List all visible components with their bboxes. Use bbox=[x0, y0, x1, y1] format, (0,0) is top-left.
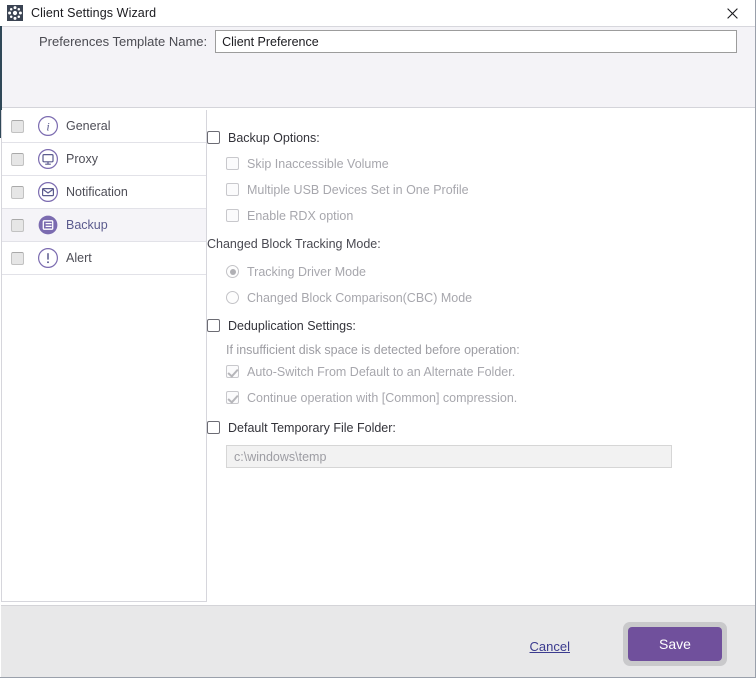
window-title: Client Settings Wizard bbox=[31, 6, 157, 20]
cbc-mode-radio bbox=[226, 291, 239, 304]
sidebar-label-alert: Alert bbox=[66, 251, 92, 265]
cbt-mode-heading-row: Changed Block Tracking Mode: bbox=[207, 236, 472, 252]
sidebar-checkbox-general[interactable] bbox=[11, 119, 24, 133]
backup-settings-pane: Backup Options: Skip Inaccessible Volume… bbox=[207, 110, 755, 602]
multiple-usb-devices-checkbox bbox=[226, 183, 239, 196]
temp-folder-row[interactable]: Default Temporary File Folder: bbox=[207, 420, 672, 436]
sidebar-checkbox-alert[interactable] bbox=[11, 251, 24, 265]
continue-compression-row: Continue operation with [Common] compres… bbox=[226, 390, 520, 406]
auto-switch-folder-checkbox bbox=[226, 365, 239, 378]
title-bar: Client Settings Wizard bbox=[0, 0, 755, 26]
dedup-note-text: If insufficient disk space is detected b… bbox=[226, 343, 520, 357]
skip-inaccessible-volume-label: Skip Inaccessible Volume bbox=[247, 157, 389, 171]
sidebar-checkbox-notification[interactable] bbox=[11, 185, 24, 199]
template-name-label: Preferences Template Name: bbox=[39, 34, 208, 49]
cbt-mode-label: Changed Block Tracking Mode: bbox=[207, 237, 381, 251]
tracking-driver-mode-radio bbox=[226, 265, 239, 278]
multiple-usb-devices-label: Multiple USB Devices Set in One Profile bbox=[247, 183, 469, 197]
auto-switch-folder-label: Auto-Switch From Default to an Alternate… bbox=[247, 365, 516, 379]
cbc-mode-row: Changed Block Comparison(CBC) Mode bbox=[226, 290, 472, 306]
envelope-circle-icon bbox=[38, 182, 58, 202]
exclamation-circle-icon bbox=[38, 248, 58, 268]
enable-rdx-option-row: Enable RDX option bbox=[226, 208, 469, 224]
settings-category-sidebar: i General Proxy Notification Backup Aler… bbox=[1, 110, 207, 602]
skip-inaccessible-volume-row: Skip Inaccessible Volume bbox=[226, 156, 469, 172]
tracking-driver-mode-label: Tracking Driver Mode bbox=[247, 265, 367, 279]
info-circle-icon: i bbox=[38, 116, 58, 136]
continue-compression-checkbox bbox=[226, 391, 239, 404]
sidebar-item-general[interactable]: i General bbox=[2, 110, 206, 143]
backup-options-label: Backup Options: bbox=[228, 131, 320, 145]
backup-options-row[interactable]: Backup Options: bbox=[207, 130, 469, 146]
deduplication-settings-checkbox[interactable] bbox=[207, 319, 220, 332]
monitor-circle-icon bbox=[38, 149, 58, 169]
cbt-mode-group: Changed Block Tracking Mode: Tracking Dr… bbox=[207, 236, 472, 306]
close-icon bbox=[726, 7, 738, 19]
sidebar-label-proxy: Proxy bbox=[66, 152, 98, 166]
sidebar-checkbox-backup[interactable] bbox=[11, 218, 24, 232]
client-settings-wizard-window: Client Settings Wizard Preferences Templ… bbox=[0, 0, 756, 678]
svg-text:i: i bbox=[46, 120, 49, 134]
enable-rdx-option-checkbox bbox=[226, 209, 239, 222]
sidebar-checkbox-proxy[interactable] bbox=[11, 152, 24, 166]
dialog-footer: Cancel Save bbox=[1, 605, 755, 677]
sidebar-item-proxy[interactable]: Proxy bbox=[2, 143, 206, 176]
template-name-input[interactable] bbox=[215, 30, 738, 53]
save-button-focus-ring: Save bbox=[623, 622, 727, 666]
auto-switch-folder-row: Auto-Switch From Default to an Alternate… bbox=[226, 364, 520, 380]
temp-folder-group: Default Temporary File Folder: bbox=[207, 420, 672, 468]
sidebar-item-backup[interactable]: Backup bbox=[2, 209, 206, 242]
temp-folder-path-input[interactable] bbox=[226, 445, 672, 468]
continue-compression-label: Continue operation with [Common] compres… bbox=[247, 391, 518, 405]
deduplication-settings-row[interactable]: Deduplication Settings: bbox=[207, 318, 520, 334]
tracking-driver-mode-row: Tracking Driver Mode bbox=[226, 264, 472, 280]
deduplication-settings-group: Deduplication Settings: If insufficient … bbox=[207, 318, 520, 406]
cbc-mode-label: Changed Block Comparison(CBC) Mode bbox=[247, 291, 473, 305]
sidebar-item-alert[interactable]: Alert bbox=[2, 242, 206, 275]
cancel-button[interactable]: Cancel bbox=[530, 639, 570, 654]
deduplication-settings-label: Deduplication Settings: bbox=[228, 319, 356, 333]
close-button[interactable] bbox=[709, 0, 755, 26]
backup-options-checkbox[interactable] bbox=[207, 131, 220, 144]
sidebar-label-notification: Notification bbox=[66, 185, 128, 199]
backup-options-group: Backup Options: Skip Inaccessible Volume… bbox=[207, 130, 469, 224]
document-circle-icon bbox=[38, 215, 58, 235]
dedup-note-row: If insufficient disk space is detected b… bbox=[226, 342, 520, 358]
enable-rdx-option-label: Enable RDX option bbox=[247, 209, 354, 223]
multiple-usb-devices-row: Multiple USB Devices Set in One Profile bbox=[226, 182, 469, 198]
skip-inaccessible-volume-checkbox bbox=[226, 157, 239, 170]
molecule-icon bbox=[7, 5, 23, 21]
temp-folder-checkbox[interactable] bbox=[207, 421, 220, 434]
template-name-row: Preferences Template Name: bbox=[0, 30, 738, 53]
sidebar-label-backup: Backup bbox=[66, 218, 108, 232]
save-button[interactable]: Save bbox=[628, 627, 722, 661]
sidebar-label-general: General bbox=[66, 119, 111, 133]
temp-folder-label: Default Temporary File Folder: bbox=[228, 421, 396, 435]
sidebar-item-notification[interactable]: Notification bbox=[2, 176, 206, 209]
